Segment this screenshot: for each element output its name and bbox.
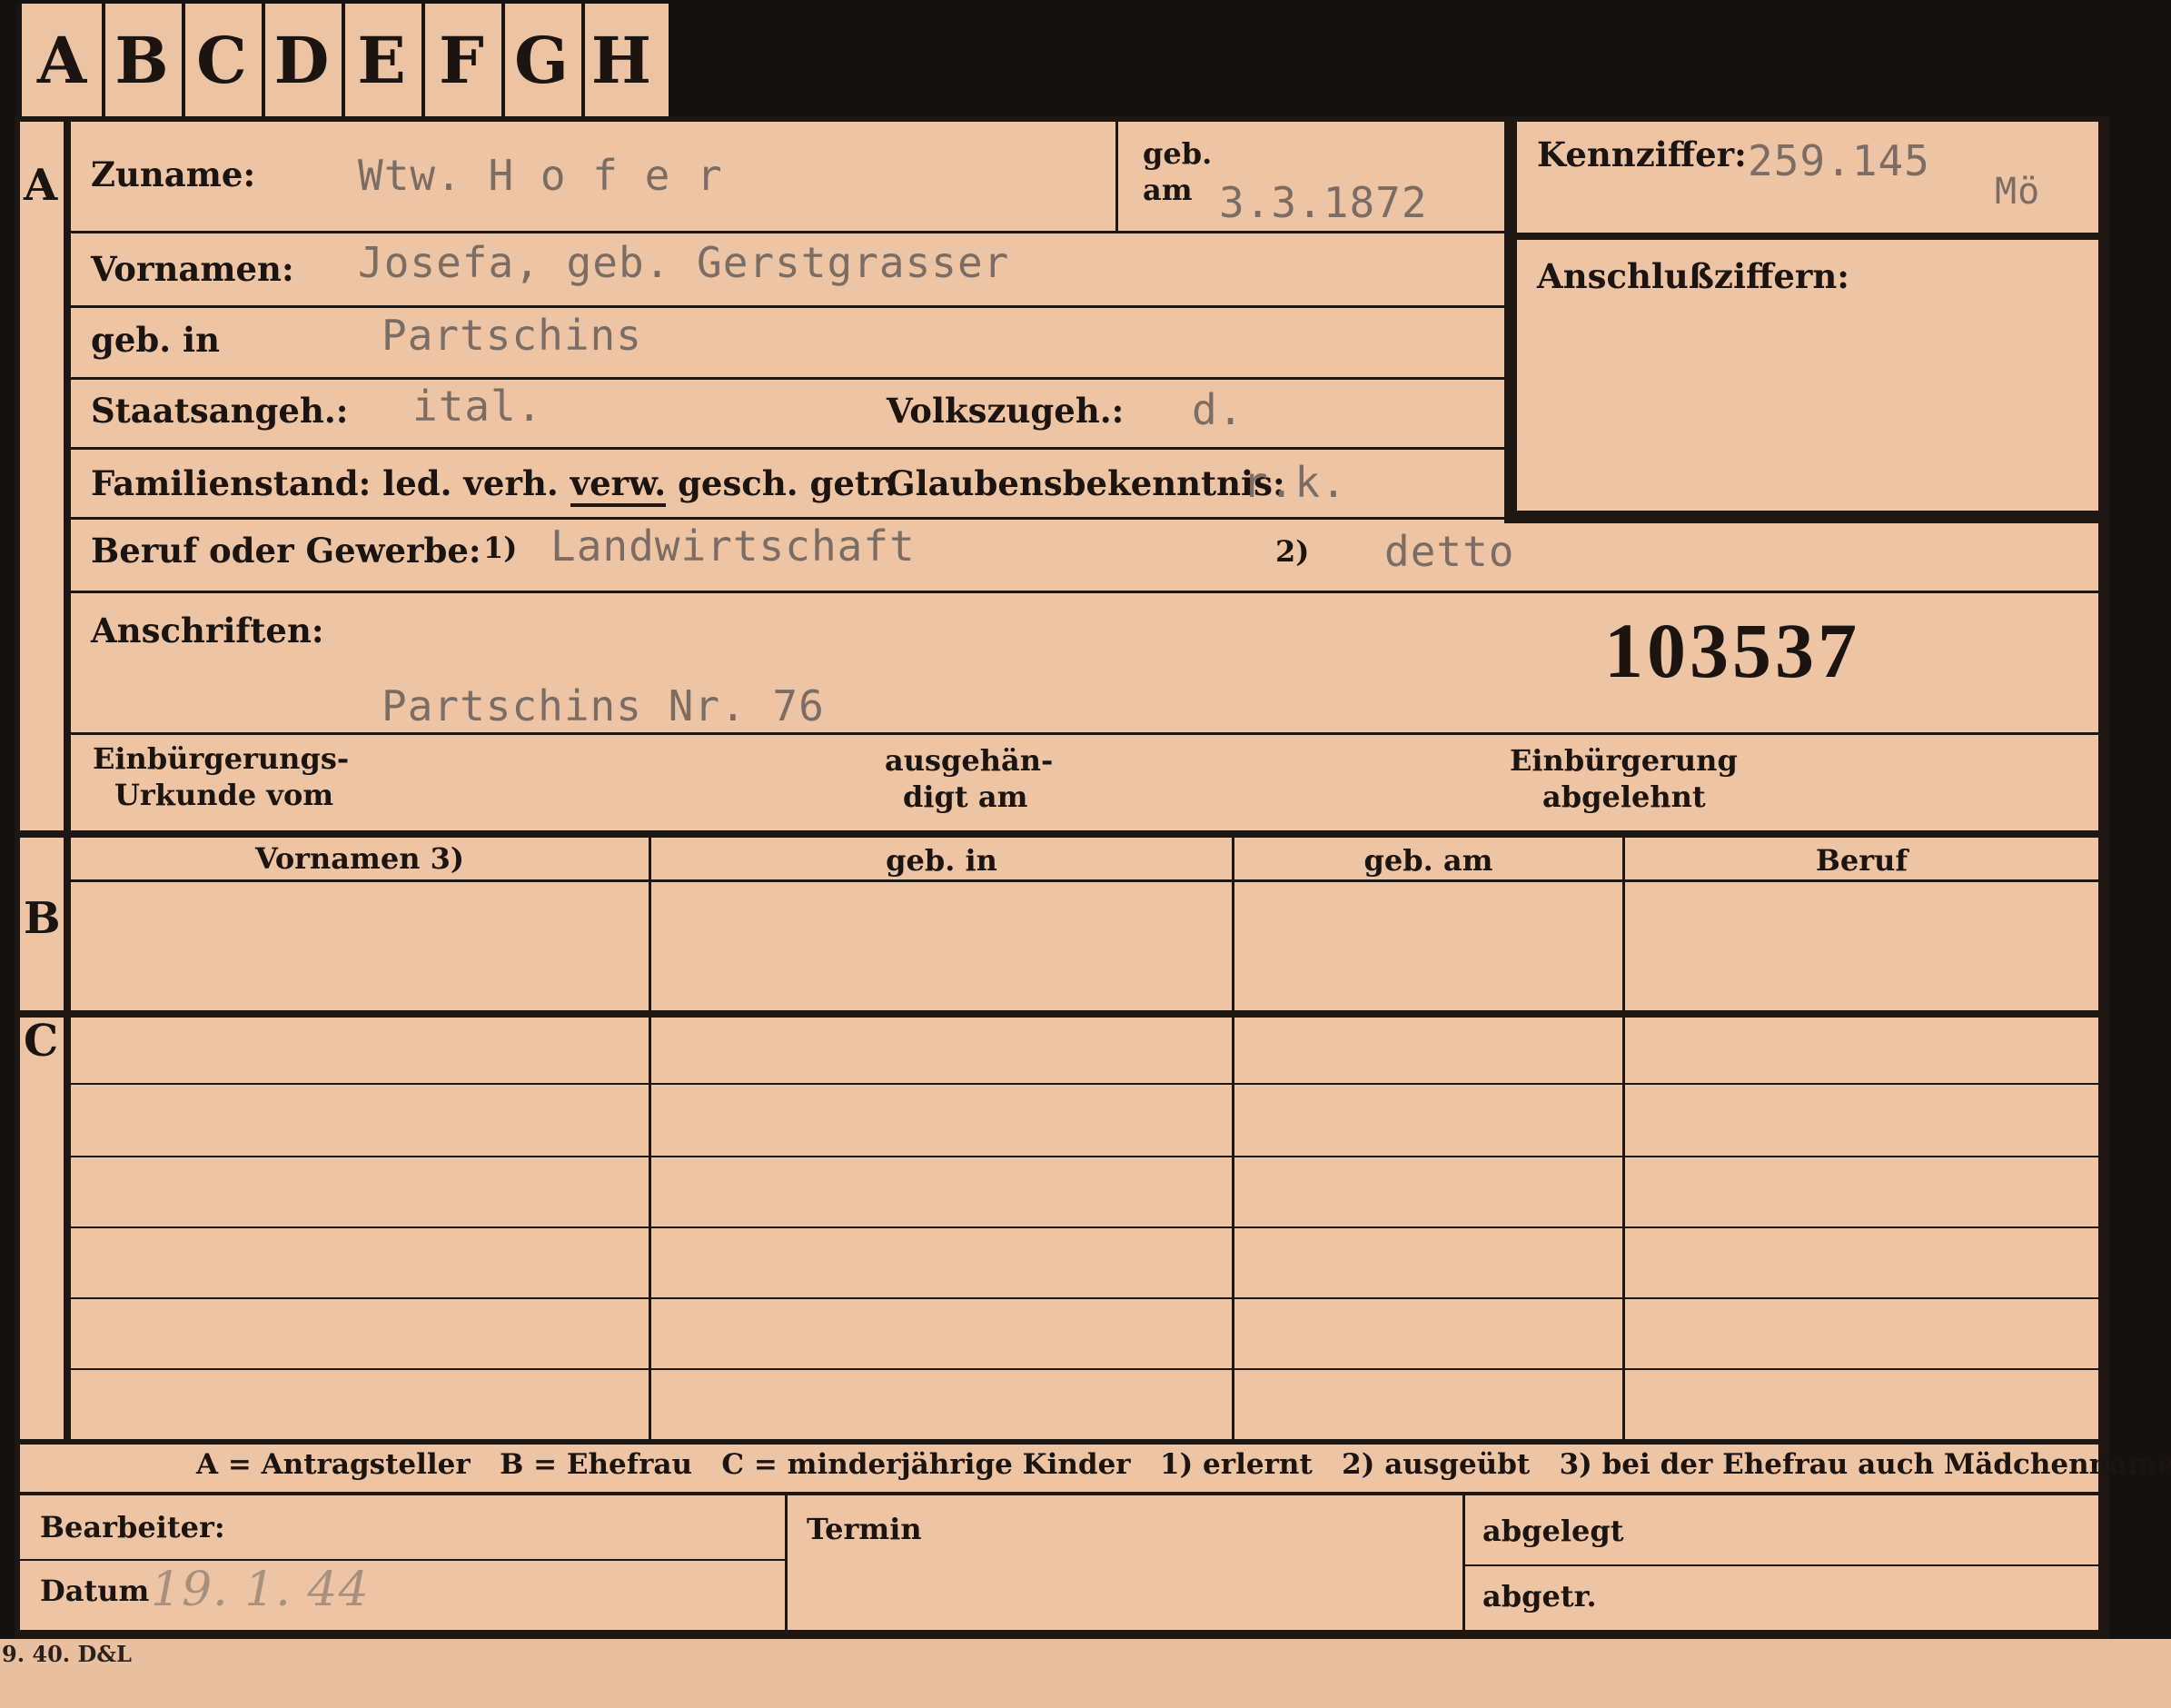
- section-c-top: [15, 1010, 2098, 1018]
- tab-c: C: [182, 4, 265, 116]
- frame-right: [2098, 116, 2109, 1639]
- vornamen-label: Vornamen:: [91, 249, 294, 289]
- rule-4: [71, 447, 1504, 450]
- kennziffer-value: 259.145: [1748, 136, 1930, 185]
- einbuergerung-abgelehnt-line1: Einbürgerung: [1510, 743, 1738, 778]
- tab-f: F: [421, 4, 505, 116]
- gebin-value: Partschins: [382, 311, 642, 360]
- abgetr-label: abgetr.: [1482, 1579, 1597, 1614]
- col-divider-2: [1232, 838, 1234, 1439]
- rule-6: [71, 591, 2098, 593]
- legend-top: [15, 1439, 2098, 1445]
- frame-top: [15, 116, 2109, 122]
- anschriften-label: Anschriften:: [91, 611, 324, 650]
- glaubens-value: r.k.: [1243, 458, 1347, 507]
- card-bottom-edge: [0, 1639, 2171, 1708]
- legend: A = Antragsteller B = Ehefrau C = minder…: [196, 1448, 2171, 1481]
- frame-bottom: [15, 1630, 2109, 1639]
- frame-left: [15, 116, 20, 1639]
- rule-2: [71, 305, 1504, 308]
- tab-e: E: [342, 4, 425, 116]
- geb-am-value: 3.3.1872: [1219, 178, 1428, 227]
- beruf-mark-2: 2): [1275, 534, 1310, 569]
- section-b-letter: B: [24, 893, 61, 944]
- c-row-rule-5: [71, 1368, 2098, 1370]
- col-divider-1: [649, 838, 651, 1439]
- volks-value: d.: [1192, 385, 1244, 434]
- col-divider-3: [1622, 838, 1625, 1439]
- kennziffer-label: Kennziffer:: [1537, 134, 1747, 174]
- vornamen-value: Josefa, geb. Gerstgrasser: [358, 238, 1010, 287]
- print-mark: 9. 40. D&L: [2, 1641, 132, 1667]
- tab-d: D: [262, 4, 345, 116]
- datum-value: 19. 1. 44: [151, 1563, 370, 1617]
- legend-bottom: [15, 1492, 2098, 1495]
- rule-5: [71, 517, 2098, 520]
- tab-h: H: [590, 22, 652, 98]
- section-c-letter: C: [24, 1016, 59, 1067]
- familien-label: Familienstand: led. verh. verw. gesch. g…: [91, 463, 897, 507]
- anschluss-label: Anschlußziffern:: [1537, 256, 1849, 296]
- beruf-value-1: Landwirtschaft: [550, 521, 916, 571]
- rule-7: [71, 732, 2098, 735]
- zuname-label: Zuname:: [91, 154, 256, 194]
- familien-prefix: Familienstand: led. verh.: [91, 463, 559, 503]
- section-column-divider: [64, 116, 71, 1439]
- c-row-rule-3: [71, 1226, 2098, 1228]
- rule-3: [71, 377, 1504, 380]
- einbuergerung-urkunde-line1: Einbürgerungs-: [93, 741, 350, 776]
- staats-label: Staatsangeh.:: [91, 391, 349, 431]
- bearbeiter-label: Bearbeiter:: [40, 1510, 225, 1544]
- beruf-mark-1: 1): [483, 531, 518, 565]
- beruf-label: Beruf oder Gewerbe:: [91, 531, 481, 571]
- kennziffer-note: Mö: [1995, 171, 2041, 213]
- geb-label: geb.: [1143, 136, 1213, 171]
- glaubens-label: Glaubensbekenntnis:: [887, 463, 1285, 503]
- ausgehaendigt-line2: digt am: [903, 780, 1028, 814]
- datum-label: Datum: [40, 1574, 150, 1608]
- table-header-gebin: geb. in: [886, 843, 997, 878]
- section-b-top: [15, 830, 2098, 838]
- beruf-value-2: detto: [1384, 527, 1515, 576]
- rule-1: [71, 231, 1504, 233]
- zuname-value: Wtw. H o f e r: [358, 151, 723, 200]
- stamp-number: 103537: [1604, 607, 1860, 694]
- footer-divider-1: [785, 1495, 788, 1630]
- einbuergerung-urkunde-line2: Urkunde vom: [114, 778, 334, 812]
- familien-selected: verw.: [570, 463, 667, 507]
- anschrift-value: Partschins Nr. 76: [382, 681, 825, 730]
- kennziffer-box-left: [1504, 116, 1517, 523]
- volks-label: Volkszugeh.:: [887, 391, 1125, 431]
- table-header-vornamen: Vornamen 3): [254, 841, 465, 876]
- footer-rule-left: [20, 1559, 785, 1561]
- ausgehaendigt-line1: ausgehän-: [885, 743, 1054, 778]
- c-row-rule-2: [71, 1156, 2098, 1157]
- kennziffer-box-mid: [1517, 233, 2098, 240]
- einbuergerung-abgelehnt-line2: abgelehnt: [1542, 780, 1706, 814]
- c-row-rule-4: [71, 1297, 2098, 1299]
- gebin-label: geb. in: [91, 320, 221, 360]
- geb-am-divider: [1115, 116, 1118, 231]
- table-header-gebam: geb. am: [1363, 843, 1493, 878]
- table-header-beruf: Beruf: [1815, 843, 1908, 878]
- tab-b: B: [102, 4, 185, 116]
- section-a-letter: A: [24, 160, 58, 211]
- registration-card: A B C Zuname: Wtw. H o f e r geb. am 3.3…: [15, 116, 2171, 1639]
- abgelegt-label: abgelegt: [1482, 1514, 1624, 1548]
- familien-suffix: gesch. getr.: [678, 463, 897, 503]
- c-row-rule-1: [71, 1083, 2098, 1085]
- termin-label: Termin: [807, 1512, 922, 1546]
- tab-g: G: [501, 4, 585, 116]
- am-label: am: [1143, 173, 1193, 207]
- tab-a: A: [22, 4, 105, 116]
- staats-value: ital.: [412, 382, 543, 431]
- letter-tabs: A B C D E F G H: [16, 4, 669, 116]
- footer-rule-right: [1465, 1564, 2098, 1566]
- table-header-rule: [71, 879, 2098, 882]
- footer-divider-2: [1462, 1495, 1465, 1630]
